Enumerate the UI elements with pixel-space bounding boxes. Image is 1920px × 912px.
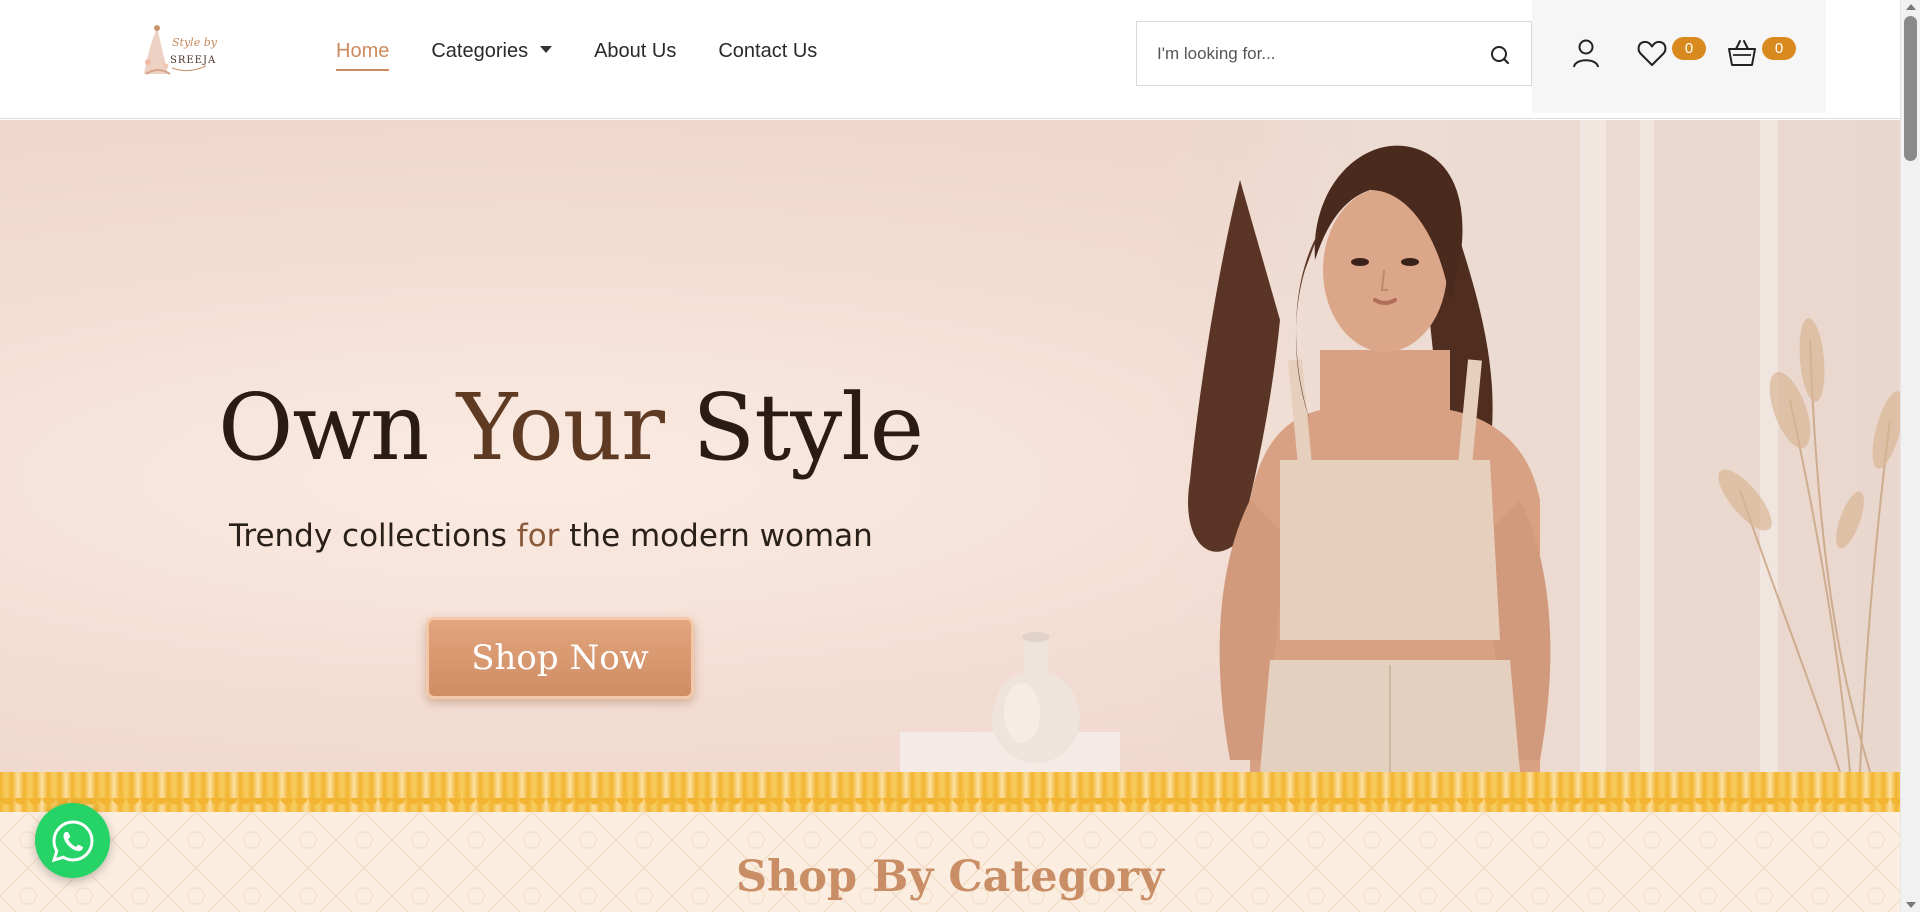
basket-icon[interactable] — [1726, 37, 1758, 69]
scroll-down-icon[interactable] — [1906, 902, 1916, 908]
logo-script-text: Style by — [172, 36, 218, 49]
nav-categories[interactable]: Categories — [431, 40, 553, 63]
whatsapp-chat-button[interactable] — [35, 803, 110, 878]
hero-subtitle-part2: for — [516, 518, 560, 554]
header-icon-panel: 0 0 — [1532, 0, 1826, 113]
hero-subtitle-part1: Trendy collections — [229, 518, 517, 554]
vase-image — [992, 632, 1080, 763]
nav-contact-us[interactable]: Contact Us — [718, 40, 817, 63]
nav-contact-label: Contact Us — [718, 40, 818, 62]
nav-home-label: Home — [336, 40, 390, 62]
hero-title: Own Your Style — [218, 374, 924, 481]
search-box — [1136, 21, 1532, 86]
hero-model-image — [1188, 145, 1551, 772]
pampas-decor-image — [1718, 318, 1900, 772]
search-icon[interactable] — [1489, 44, 1511, 66]
hero-title-part3: Style — [664, 374, 924, 481]
hero-subtitle-part3: the modern woman — [559, 518, 873, 554]
user-icon[interactable] — [1570, 37, 1602, 69]
hero-banner: Own Your Style Trendy collections for th… — [0, 120, 1900, 772]
nav-about-us[interactable]: About Us — [594, 40, 676, 63]
nav-categories-label: Categories — [431, 40, 529, 62]
shop-now-button[interactable]: Shop Now — [426, 617, 694, 699]
search-input[interactable] — [1137, 43, 1457, 64]
site-header: Style by SREEJA Home Categories About Us… — [0, 0, 1900, 119]
shop-by-category-section: Shop By Category — [0, 812, 1900, 912]
main-nav: Home Categories About Us Contact Us — [336, 40, 859, 71]
decorative-border — [0, 772, 1900, 812]
whatsapp-icon — [51, 819, 94, 862]
wishlist-count-badge: 0 — [1672, 37, 1706, 60]
hero-title-part1: Own — [218, 374, 457, 481]
category-section-title: Shop By Category — [735, 852, 1165, 902]
page-scrollbar[interactable] — [1900, 0, 1920, 912]
logo-mark: Style by SREEJA — [144, 25, 218, 75]
brand-logo[interactable]: Style by SREEJA — [138, 22, 222, 82]
scrollbar-thumb[interactable] — [1904, 16, 1917, 161]
nav-home[interactable]: Home — [336, 40, 390, 71]
caret-down-icon — [540, 46, 553, 53]
hero-subtitle: Trendy collections for the modern woman — [229, 518, 873, 554]
logo-brand-name: SREEJA — [170, 55, 216, 66]
cart-count-badge: 0 — [1762, 37, 1796, 60]
heart-icon[interactable] — [1636, 37, 1668, 69]
nav-about-label: About Us — [594, 40, 677, 62]
scroll-up-icon[interactable] — [1906, 4, 1916, 10]
window-frame — [1640, 120, 1654, 772]
hero-title-part2: Your — [456, 374, 665, 481]
